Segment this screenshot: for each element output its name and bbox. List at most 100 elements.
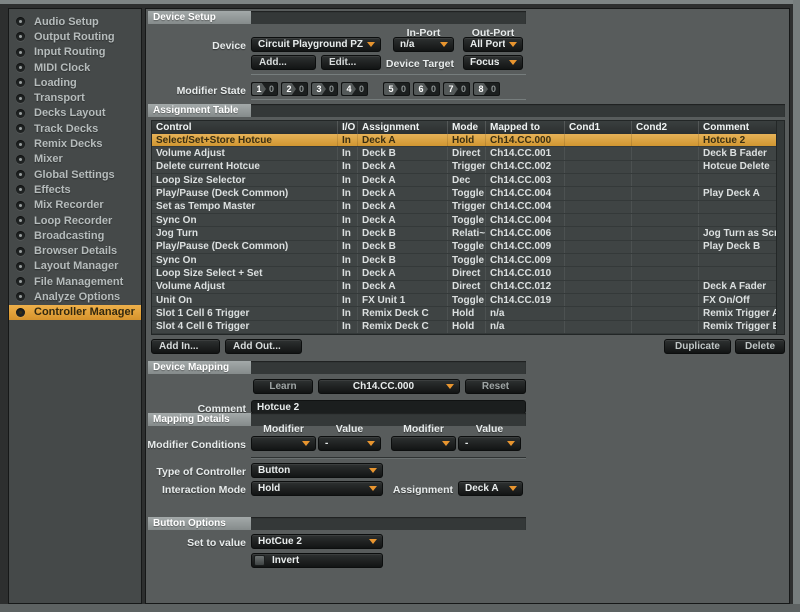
sidebar-item[interactable]: Controller Manager bbox=[9, 305, 141, 320]
sidebar-item[interactable]: Track Decks bbox=[9, 121, 141, 136]
add-out-button[interactable]: Add Out... bbox=[225, 339, 302, 354]
modifier-state-box[interactable]: 4 0 bbox=[341, 82, 368, 96]
modifier-state-box[interactable]: 3 0 bbox=[311, 82, 338, 96]
modifier-state-box[interactable]: 8 0 bbox=[473, 82, 500, 96]
column-header-mode[interactable]: Mode bbox=[448, 121, 486, 134]
delete-button[interactable]: Delete bbox=[735, 339, 785, 354]
table-row[interactable]: Volume Adjust In Deck B Direct Ch14.CC.0… bbox=[152, 147, 784, 160]
add-in-button[interactable]: Add In... bbox=[151, 339, 220, 354]
invert-checkbox[interactable] bbox=[254, 555, 265, 566]
table-row[interactable]: Set as Tempo Master In Deck A Trigger Ch… bbox=[152, 201, 784, 214]
table-row[interactable]: Play/Pause (Deck Common) In Deck A Toggl… bbox=[152, 187, 784, 200]
column-header-cond1[interactable]: Cond1 bbox=[565, 121, 632, 134]
type-of-controller-dropdown[interactable]: Button bbox=[251, 463, 383, 478]
sidebar-item-label: Mix Recorder bbox=[34, 199, 104, 211]
sidebar-item[interactable]: Output Routing bbox=[9, 29, 141, 44]
device-setup-header: Device Setup bbox=[148, 11, 251, 24]
out-port-dropdown[interactable]: All Ports bbox=[463, 37, 523, 52]
table-row[interactable]: Unit On In FX Unit 1 Toggle Ch14.CC.019 … bbox=[152, 294, 784, 307]
controller-manager-panel: Device Setup In-Port Out-Port Device Cir… bbox=[145, 8, 790, 604]
sidebar-item[interactable]: Browser Details bbox=[9, 243, 141, 258]
modifier-state-box[interactable]: 6 0 bbox=[413, 82, 440, 96]
device-dropdown[interactable]: Circuit Playground PZ-1 bbox=[251, 37, 381, 52]
modifier-state-box[interactable]: 5 0 bbox=[383, 82, 410, 96]
sidebar-item[interactable]: Audio Setup bbox=[9, 14, 141, 29]
cell-cond2 bbox=[632, 241, 699, 253]
sidebar-item-label: Layout Manager bbox=[34, 260, 118, 272]
sidebar-item[interactable]: Layout Manager bbox=[9, 259, 141, 274]
sidebar-item[interactable]: Input Routing bbox=[9, 45, 141, 60]
radio-bullet-icon bbox=[16, 109, 25, 118]
duplicate-button[interactable]: Duplicate bbox=[664, 339, 731, 354]
sidebar-item-label: Global Settings bbox=[34, 169, 115, 181]
set-to-value-dropdown[interactable]: HotCue 2 bbox=[251, 534, 383, 549]
condition-modifier-dropdown[interactable] bbox=[391, 436, 456, 451]
table-row[interactable]: Sync On In Deck A Toggle Ch14.CC.004 bbox=[152, 214, 784, 227]
table-scrollbar[interactable] bbox=[776, 121, 784, 334]
sidebar-item[interactable]: Transport bbox=[9, 90, 141, 105]
cell-cond1 bbox=[565, 201, 632, 213]
sidebar-item[interactable]: Remix Decks bbox=[9, 136, 141, 151]
learn-button[interactable]: Learn bbox=[253, 379, 313, 394]
sidebar-item[interactable]: Analyze Options bbox=[9, 289, 141, 304]
comment-field[interactable] bbox=[251, 400, 526, 414]
cell-io: In bbox=[338, 214, 358, 226]
table-row[interactable]: Sync On In Deck B Toggle Ch14.CC.009 bbox=[152, 254, 784, 267]
device-target-label: Device Target bbox=[354, 58, 454, 70]
device-target-dropdown[interactable]: Focus bbox=[463, 55, 523, 70]
sidebar-item[interactable]: Loop Recorder bbox=[9, 213, 141, 228]
assignment-dropdown[interactable]: Deck A bbox=[458, 481, 523, 496]
sidebar-item[interactable]: Broadcasting bbox=[9, 228, 141, 243]
modifier-number: 1 bbox=[252, 83, 266, 95]
cell-comment bbox=[699, 267, 777, 279]
modifier-condition-group: Modifier Value - bbox=[251, 423, 381, 451]
condition-modifier-dropdown[interactable] bbox=[251, 436, 316, 451]
modifier-state-box[interactable]: 1 0 bbox=[251, 82, 278, 96]
set-to-value-label: Set to value bbox=[146, 537, 246, 549]
reset-button[interactable]: Reset bbox=[465, 379, 526, 394]
condition-value-dropdown[interactable]: - bbox=[458, 436, 521, 451]
cell-cond1 bbox=[565, 321, 632, 333]
invert-toggle[interactable]: Invert bbox=[251, 553, 383, 568]
modifier-state-box[interactable]: 2 0 bbox=[281, 82, 308, 96]
sidebar-item[interactable]: Decks Layout bbox=[9, 106, 141, 121]
add-device-button[interactable]: Add... bbox=[251, 55, 316, 70]
in-port-dropdown[interactable]: n/a bbox=[393, 37, 454, 52]
column-header-control[interactable]: Control bbox=[152, 121, 338, 134]
table-row[interactable]: Jog Turn In Deck B Relati~ Ch14.CC.006 J… bbox=[152, 227, 784, 240]
table-row[interactable]: Slot 4 Cell 6 Trigger In Remix Deck C Ho… bbox=[152, 321, 784, 334]
table-row[interactable]: Loop Size Select + Set In Deck A Direct … bbox=[152, 267, 784, 280]
sidebar-item-label: Transport bbox=[34, 92, 85, 104]
invert-label: Invert bbox=[272, 555, 299, 566]
condition-value-dropdown[interactable]: - bbox=[318, 436, 381, 451]
table-row[interactable]: Select/Set+Store Hotcue In Deck A Hold C… bbox=[152, 134, 784, 147]
table-row[interactable]: Delete current Hotcue In Deck A Trigger … bbox=[152, 161, 784, 174]
column-header-cond2[interactable]: Cond2 bbox=[632, 121, 699, 134]
table-row[interactable]: Play/Pause (Deck Common) In Deck B Toggl… bbox=[152, 241, 784, 254]
column-header-io[interactable]: I/O bbox=[338, 121, 358, 134]
sidebar-item[interactable]: Loading bbox=[9, 75, 141, 90]
value-label: Value bbox=[318, 423, 381, 435]
table-row[interactable]: Volume Adjust In Deck A Direct Ch14.CC.0… bbox=[152, 281, 784, 294]
sidebar-item[interactable]: Effects bbox=[9, 182, 141, 197]
sidebar-item[interactable]: Global Settings bbox=[9, 167, 141, 182]
sidebar-item-label: Decks Layout bbox=[34, 107, 106, 119]
column-header-comment[interactable]: Comment bbox=[699, 121, 777, 134]
sidebar-item[interactable]: Mixer bbox=[9, 152, 141, 167]
button-options-header: Button Options bbox=[148, 517, 251, 530]
column-header-assignment[interactable]: Assignment bbox=[358, 121, 448, 134]
table-row[interactable]: Slot 1 Cell 6 Trigger In Remix Deck C Ho… bbox=[152, 307, 784, 320]
radio-bullet-icon bbox=[16, 155, 25, 164]
sidebar-item[interactable]: MIDI Clock bbox=[9, 60, 141, 75]
cell-cond2 bbox=[632, 307, 699, 319]
table-row[interactable]: Loop Size Selector In Deck A Dec Ch14.CC… bbox=[152, 174, 784, 187]
dropdown-arrow-icon bbox=[446, 384, 454, 389]
column-header-mapped-to[interactable]: Mapped to bbox=[486, 121, 565, 134]
sidebar-item[interactable]: Mix Recorder bbox=[9, 198, 141, 213]
cell-cond2 bbox=[632, 174, 699, 186]
cell-assignment: Deck A bbox=[358, 174, 448, 186]
cell-comment bbox=[699, 201, 777, 213]
sidebar-item[interactable]: File Management bbox=[9, 274, 141, 289]
mapped-control-dropdown[interactable]: Ch14.CC.000 bbox=[318, 379, 460, 394]
modifier-state-box[interactable]: 7 0 bbox=[443, 82, 470, 96]
